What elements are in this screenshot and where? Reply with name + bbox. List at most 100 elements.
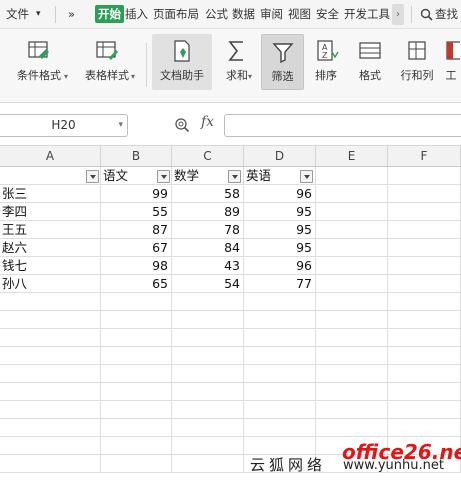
chevron-right-icon[interactable]: › xyxy=(392,4,404,25)
table-cell[interactable]: 99 xyxy=(101,185,172,203)
chevron-down-icon[interactable]: ▾ xyxy=(131,72,135,81)
row-col-button[interactable]: 行和列 xyxy=(395,34,439,90)
header-cell[interactable] xyxy=(388,167,461,185)
chevron-down-icon[interactable]: ▾ xyxy=(248,72,252,81)
tab-developer[interactable]: 开发工具 xyxy=(344,0,392,29)
table-cell[interactable] xyxy=(101,311,172,329)
chevron-down-icon[interactable]: ▾ xyxy=(118,115,123,136)
table-cell[interactable] xyxy=(244,437,316,455)
table-cell[interactable]: 87 xyxy=(101,221,172,239)
tab-home[interactable]: 开始 xyxy=(95,5,124,23)
chevron-down-icon[interactable]: ▾ xyxy=(36,0,41,29)
table-cell[interactable]: 55 xyxy=(101,203,172,221)
table-cell[interactable] xyxy=(316,401,388,419)
table-cell[interactable]: 96 xyxy=(244,185,316,203)
table-cell[interactable]: 89 xyxy=(172,203,244,221)
filter-dropdown-icon[interactable] xyxy=(300,170,313,183)
menu-more[interactable]: » xyxy=(68,0,75,29)
column-header-a[interactable]: A xyxy=(0,146,101,167)
table-cell[interactable] xyxy=(316,257,388,275)
filter-dropdown-icon[interactable] xyxy=(86,170,99,183)
table-cell[interactable] xyxy=(244,383,316,401)
table-cell[interactable] xyxy=(244,293,316,311)
table-cell[interactable] xyxy=(244,401,316,419)
menu-file[interactable]: 文件 xyxy=(6,0,29,29)
sum-button[interactable]: 求和 xyxy=(216,34,258,90)
search-icon[interactable] xyxy=(420,8,433,21)
table-cell[interactable] xyxy=(101,329,172,347)
table-cell[interactable] xyxy=(388,275,461,293)
table-cell[interactable] xyxy=(316,275,388,293)
filter-dropdown-icon[interactable] xyxy=(157,170,170,183)
table-cell[interactable]: 赵六 xyxy=(0,239,101,257)
table-cell[interactable] xyxy=(172,419,244,437)
table-cell[interactable] xyxy=(316,365,388,383)
table-cell[interactable] xyxy=(388,203,461,221)
name-box[interactable]: H20 ▾ xyxy=(0,114,128,137)
table-cell[interactable] xyxy=(388,311,461,329)
table-cell[interactable] xyxy=(0,437,101,455)
table-cell[interactable] xyxy=(101,401,172,419)
filter-button[interactable]: 筛选 xyxy=(261,34,304,90)
table-cell[interactable]: 98 xyxy=(101,257,172,275)
table-cell[interactable]: 95 xyxy=(244,239,316,257)
spreadsheet-grid[interactable]: A B C D E F 语文 数学 英语 张三 99 58 96 李四 55 89 95 王五 87 78 95 赵六 67… xyxy=(0,146,461,484)
tab-view[interactable]: 视图 xyxy=(288,0,311,29)
table-cell[interactable] xyxy=(172,365,244,383)
table-cell[interactable] xyxy=(0,365,101,383)
table-cell[interactable] xyxy=(0,383,101,401)
table-cell[interactable] xyxy=(101,383,172,401)
table-cell[interactable] xyxy=(388,419,461,437)
table-cell[interactable]: 95 xyxy=(244,221,316,239)
table-cell[interactable]: 67 xyxy=(101,239,172,257)
table-cell[interactable] xyxy=(316,293,388,311)
tab-review[interactable]: 审阅 xyxy=(260,0,283,29)
table-cell[interactable] xyxy=(388,239,461,257)
filter-dropdown-icon[interactable] xyxy=(228,170,241,183)
fx-icon[interactable]: fx xyxy=(201,114,214,130)
table-cell[interactable] xyxy=(101,419,172,437)
search-label[interactable]: 查找 xyxy=(435,0,458,29)
column-header-c[interactable]: C xyxy=(172,146,244,167)
formula-input[interactable] xyxy=(224,114,461,137)
table-cell[interactable]: 77 xyxy=(244,275,316,293)
tab-data[interactable]: 数据 xyxy=(232,0,255,29)
table-cell[interactable]: 43 xyxy=(172,257,244,275)
table-cell[interactable] xyxy=(388,365,461,383)
table-cell[interactable]: 孙八 xyxy=(0,275,101,293)
tab-formula[interactable]: 公式 xyxy=(205,0,228,29)
table-cell[interactable] xyxy=(244,311,316,329)
table-cell[interactable] xyxy=(172,329,244,347)
tab-page-layout[interactable]: 页面布局 xyxy=(153,0,199,29)
table-cell[interactable]: 张三 xyxy=(0,185,101,203)
table-cell[interactable] xyxy=(172,347,244,365)
table-cell[interactable] xyxy=(244,347,316,365)
table-cell[interactable]: 84 xyxy=(172,239,244,257)
table-cell[interactable] xyxy=(316,329,388,347)
table-cell[interactable]: 65 xyxy=(101,275,172,293)
table-cell[interactable] xyxy=(172,311,244,329)
table-cell[interactable] xyxy=(0,329,101,347)
table-style-button[interactable]: 表格样式 xyxy=(76,34,138,90)
column-header-b[interactable]: B xyxy=(101,146,172,167)
table-cell[interactable]: 钱七 xyxy=(0,257,101,275)
table-cell[interactable] xyxy=(101,347,172,365)
table-cell[interactable] xyxy=(101,455,172,473)
table-cell[interactable] xyxy=(316,419,388,437)
table-cell[interactable] xyxy=(388,383,461,401)
table-cell[interactable] xyxy=(101,437,172,455)
table-cell[interactable]: 78 xyxy=(172,221,244,239)
table-cell[interactable] xyxy=(0,419,101,437)
table-cell[interactable] xyxy=(0,293,101,311)
table-cell[interactable]: 96 xyxy=(244,257,316,275)
format-button[interactable]: 格式 xyxy=(350,34,390,90)
doc-helper-button[interactable]: 文档助手 xyxy=(152,34,212,90)
table-cell[interactable] xyxy=(388,329,461,347)
column-header-d[interactable]: D xyxy=(244,146,316,167)
table-cell[interactable] xyxy=(0,347,101,365)
table-cell[interactable] xyxy=(388,185,461,203)
table-cell[interactable] xyxy=(0,401,101,419)
table-cell[interactable] xyxy=(0,455,101,473)
table-cell[interactable]: 54 xyxy=(172,275,244,293)
zoom-icon[interactable] xyxy=(174,117,190,133)
